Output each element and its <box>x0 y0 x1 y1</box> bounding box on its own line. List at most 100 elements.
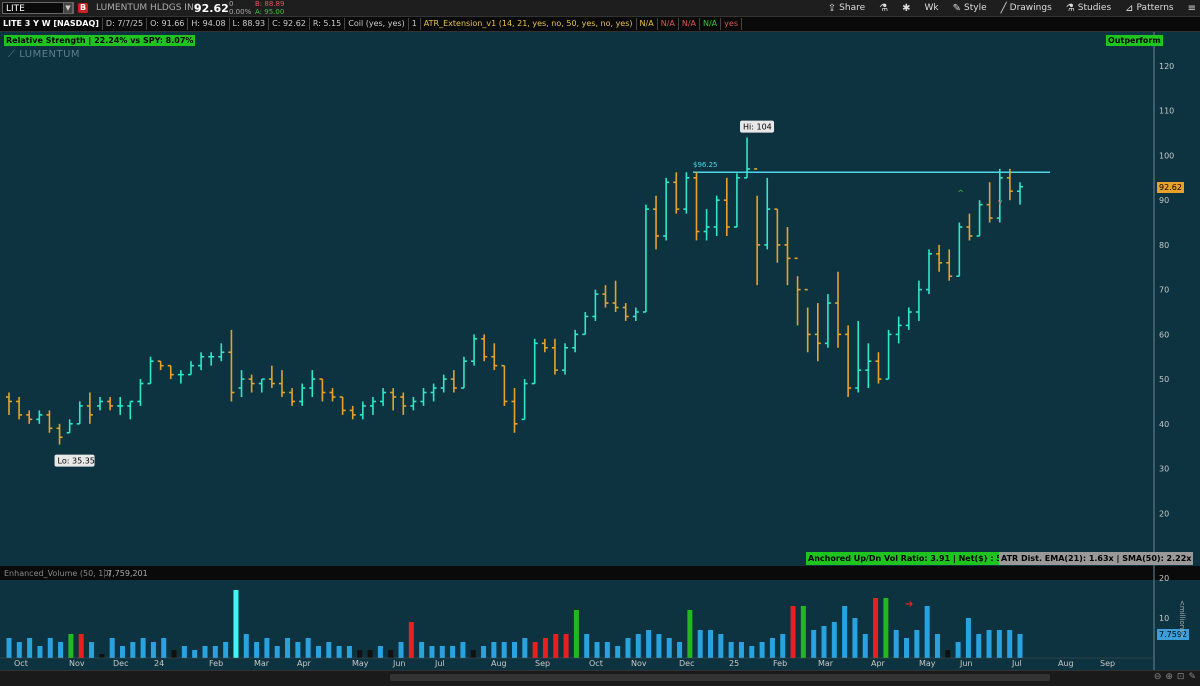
time-tick-label: Nov <box>69 659 85 668</box>
hi-label: Hi: 104 <box>743 123 772 132</box>
resistance-label: $96.25 <box>693 161 718 169</box>
watermark-text: LUMENTUM <box>19 49 81 60</box>
volume-bar <box>666 638 672 658</box>
volume-bar <box>58 642 64 658</box>
coil-up-marker: ^ <box>957 189 964 198</box>
price-bar <box>248 374 255 393</box>
zoom-fit-icon[interactable]: ⊡ <box>1177 672 1185 682</box>
company-name: LUMENTUM HLDGS INC <box>96 3 200 13</box>
price-bar <box>551 338 558 375</box>
volume-bar <box>470 650 476 658</box>
atr-extension-study[interactable]: ATR_Extension_v1 (14, 21, yes, no, 50, y… <box>421 18 637 30</box>
ask-value: A: 95.00 <box>255 8 285 16</box>
drawings-button[interactable]: ╱ Drawings <box>1001 3 1052 14</box>
price-bar <box>976 200 983 237</box>
volume-bar <box>99 654 105 658</box>
flask-button[interactable]: ⚗ <box>879 3 888 14</box>
watermark-logo: ⟋ LUMENTUM <box>8 49 81 60</box>
time-tick-label: 25 <box>729 659 739 668</box>
zoom-out-icon[interactable]: ⊖ <box>1154 672 1162 682</box>
volume-bar <box>831 622 837 658</box>
volume-bar <box>842 606 848 658</box>
price-bar <box>511 388 518 433</box>
bookmark-icon[interactable]: B <box>78 3 88 13</box>
share-label: Share <box>839 3 866 13</box>
menu-button[interactable]: ≡ <box>1188 3 1196 14</box>
volume-bar <box>295 642 301 658</box>
relative-strength-label: Relative Strength | 22.24% vs SPY: 8.07% <box>4 35 196 46</box>
timeframe-button[interactable]: Wk <box>925 3 939 13</box>
flask-icon: ⚗ <box>879 2 889 14</box>
volume-bar <box>738 642 744 658</box>
time-tick-label: Feb <box>209 659 223 668</box>
volume-bar <box>893 630 899 658</box>
price-bars <box>6 137 1023 445</box>
price-bar <box>986 182 993 223</box>
share-button[interactable]: ⇪ Share <box>828 3 865 14</box>
volume-bar <box>119 646 125 658</box>
price-volume-chart[interactable]: 120 110 100 90 80 70 60 50 40 30 20 10 $96.25 Hi: 1… <box>0 32 1200 685</box>
volume-bar <box>89 642 95 658</box>
time-tick-label: 24 <box>154 659 164 668</box>
atr-distance-label: ATR Dist. EMA(21): 1.63x | SMA(50): 2.22… <box>999 552 1194 565</box>
volume-bar <box>377 646 383 658</box>
price-bar <box>996 168 1003 223</box>
price-tick-label: 40 <box>1159 420 1169 429</box>
price-bar <box>309 370 316 397</box>
time-tick-label: Aug <box>1058 659 1074 668</box>
price-bar <box>865 343 872 389</box>
volume-bar <box>450 646 456 658</box>
change-percent: 0.00% <box>229 8 252 16</box>
price-bar <box>531 338 538 385</box>
volume-bar <box>336 646 342 658</box>
volume-arrow-marker: ➜ <box>905 599 913 610</box>
bar-high: H: 94.08 <box>188 18 230 30</box>
style-label: Style <box>964 3 987 13</box>
chart-area[interactable]: 120 110 100 90 80 70 60 50 40 30 20 10 $96.25 Hi: 1… <box>0 32 1200 685</box>
studies-label: Studies <box>1077 3 1112 13</box>
symbol-dropdown-icon[interactable]: ▼ <box>63 2 73 14</box>
price-bar <box>703 209 710 241</box>
coil-study[interactable]: Coil (yes, yes) <box>345 18 409 30</box>
style-button[interactable]: ✎ Style <box>953 3 987 14</box>
time-tick-label: May <box>352 659 369 668</box>
bar-close: C: 92.62 <box>269 18 310 30</box>
settings-button[interactable]: ✱ <box>902 3 910 14</box>
studies-button[interactable]: ⚗ Studies <box>1066 3 1111 14</box>
zoom-in-icon[interactable]: ⊕ <box>1165 672 1173 682</box>
patterns-button[interactable]: ⊿ Patterns <box>1125 3 1173 14</box>
volume-bar <box>68 634 74 658</box>
price-bar <box>289 388 296 406</box>
price-bar <box>501 364 508 406</box>
price-bar <box>612 280 619 312</box>
volume-study-title[interactable]: Enhanced_Volume (50, 10) <box>4 569 112 578</box>
price-bar <box>329 388 336 402</box>
price-bar <box>541 338 548 353</box>
volume-bar <box>687 610 693 658</box>
time-tick-label: Jun <box>959 659 973 668</box>
price-bar <box>400 392 407 415</box>
volume-bar <box>883 598 889 658</box>
menu-icon: ≡ <box>1187 2 1196 14</box>
volume-bar <box>615 646 621 658</box>
time-tick-label: Apr <box>871 659 886 668</box>
study-index: 1 <box>409 18 421 30</box>
volume-bar <box>408 622 414 658</box>
volume-bar <box>646 630 652 658</box>
price-bar <box>56 423 63 445</box>
volume-bar <box>439 646 445 658</box>
time-tick-label: Feb <box>773 659 787 668</box>
study-value-4: N/A <box>700 18 722 30</box>
volume-bar <box>223 642 229 658</box>
drawing-set-icon[interactable]: ✎ <box>1188 672 1196 682</box>
study-value-2: N/A <box>658 18 679 30</box>
time-tick-label: Dec <box>679 659 694 668</box>
volume-bar <box>800 606 806 658</box>
volume-bar <box>749 646 755 658</box>
volume-bar <box>27 638 33 658</box>
volume-bar <box>501 642 507 658</box>
price-tick-label: 60 <box>1159 330 1169 339</box>
price-bar <box>733 173 740 228</box>
horizontal-scrollbar[interactable] <box>390 674 1050 681</box>
price-bar <box>299 383 306 406</box>
